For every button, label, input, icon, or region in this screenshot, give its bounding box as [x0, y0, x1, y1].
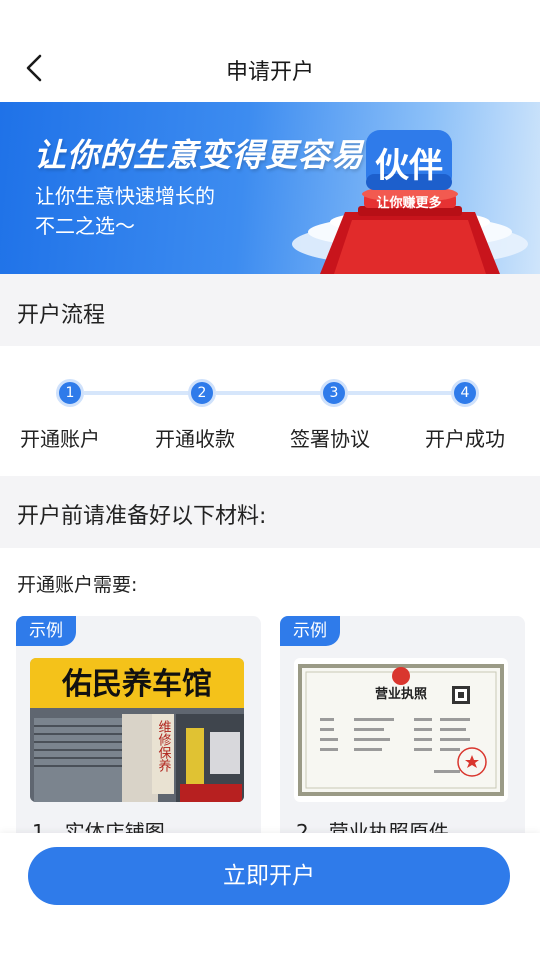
prepare-title: 开户前请准备好以下材料: — [17, 504, 267, 529]
account-needs-label: 开通账户需要: — [17, 574, 138, 596]
step-label: 签署协议 — [290, 427, 370, 451]
example-card-store[interactable]: 示例 佑民养车馆 维修保养 1、实体店铺图 — [16, 616, 261, 856]
example-tag: 示例 — [16, 616, 76, 646]
banner-logo-text: 伙伴 — [375, 146, 443, 186]
bottom-action-bar: 立即开户 — [0, 833, 540, 960]
example-card-license[interactable]: 示例 营业执照 2、营业执照原件 — [280, 616, 525, 856]
prepare-section-header: 开户前请准备好以下材料: — [0, 476, 540, 548]
step-connector — [348, 391, 466, 395]
step-number: 4 — [451, 379, 479, 407]
step-connector — [216, 391, 334, 395]
example-tag: 示例 — [280, 616, 340, 646]
podium-illustration — [292, 130, 528, 274]
header-bar: 申请开户 — [0, 0, 540, 102]
flow-title: 开户流程 — [17, 303, 106, 328]
step-label: 开通收款 — [155, 427, 235, 451]
license-title: 营业执照 — [375, 686, 427, 702]
banner-subtitle-line2: 不二之选～ — [35, 214, 135, 238]
banner-logo-slogan: 让你赚更多 — [376, 196, 442, 211]
step-label: 开通账户 — [20, 427, 100, 451]
store-side-sign: 维修保养 — [156, 720, 172, 773]
store-photo-image: 佑民养车馆 维修保养 — [30, 658, 244, 802]
business-license-image: 营业执照 — [294, 658, 508, 802]
store-sign-text: 佑民养车馆 — [61, 667, 212, 702]
page-title: 申请开户 — [225, 60, 314, 85]
step-label: 开户成功 — [425, 427, 505, 451]
step-number: 3 — [320, 379, 348, 407]
open-account-button[interactable]: 立即开户 — [28, 847, 510, 905]
step-number: 1 — [56, 379, 84, 407]
steps-progress: 1 2 3 4 开通账户 开通收款 签署协议 开户成功 — [0, 346, 540, 474]
step-connector — [84, 391, 202, 395]
step-number: 2 — [188, 379, 216, 407]
banner-subtitle-line1: 让你生意快速增长的 — [35, 184, 215, 208]
promo-banner[interactable]: 让你的生意变得更容易 让你生意快速增长的 不二之选～ 伙伴 让你赚更多 — [0, 102, 540, 274]
flow-section-header: 开户流程 — [0, 274, 540, 346]
